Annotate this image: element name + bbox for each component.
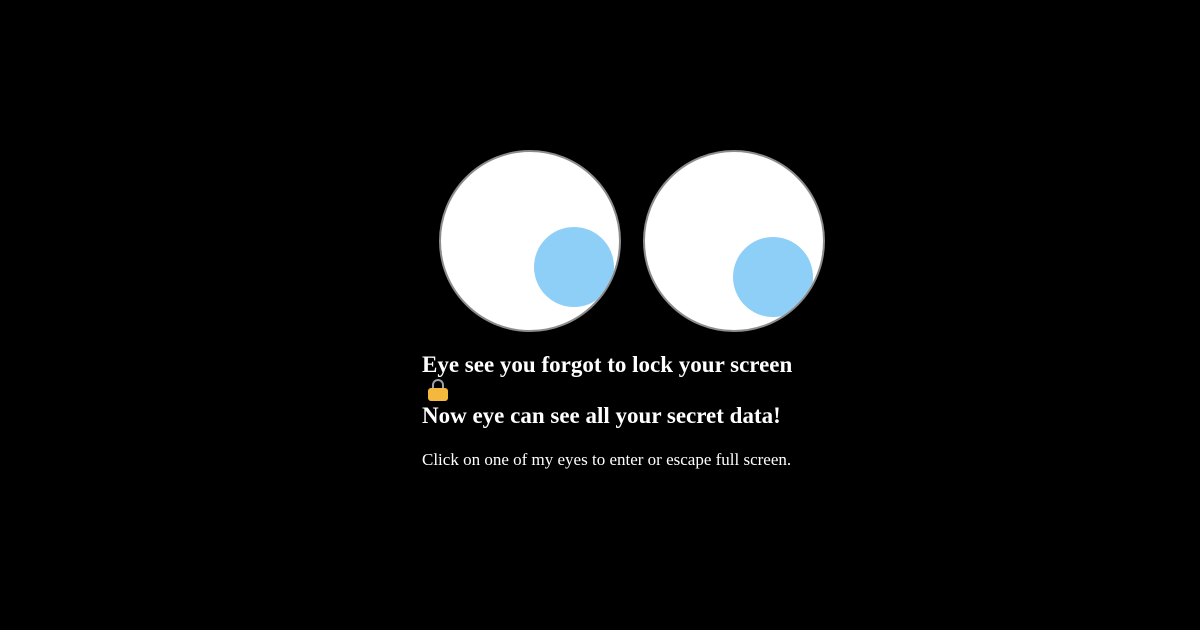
left-pupil bbox=[534, 227, 614, 307]
fullscreen-hint: Click on one of my eyes to enter or esca… bbox=[422, 450, 792, 469]
headline-line-1: Eye see you forgot to lock your screen bbox=[422, 350, 882, 401]
eyes-container bbox=[439, 150, 825, 332]
headline: Eye see you forgot to lock your screen N… bbox=[422, 350, 882, 430]
right-eye[interactable] bbox=[643, 150, 825, 332]
left-eye[interactable] bbox=[439, 150, 621, 332]
lock-icon bbox=[428, 379, 448, 401]
right-pupil bbox=[733, 237, 813, 317]
headline-line-2: Now eye can see all your secret data! bbox=[422, 403, 781, 428]
headline-line-1-text: Eye see you forgot to lock your screen bbox=[422, 352, 793, 377]
lock-body bbox=[428, 388, 448, 401]
message-block: Eye see you forgot to lock your screen N… bbox=[422, 350, 882, 470]
